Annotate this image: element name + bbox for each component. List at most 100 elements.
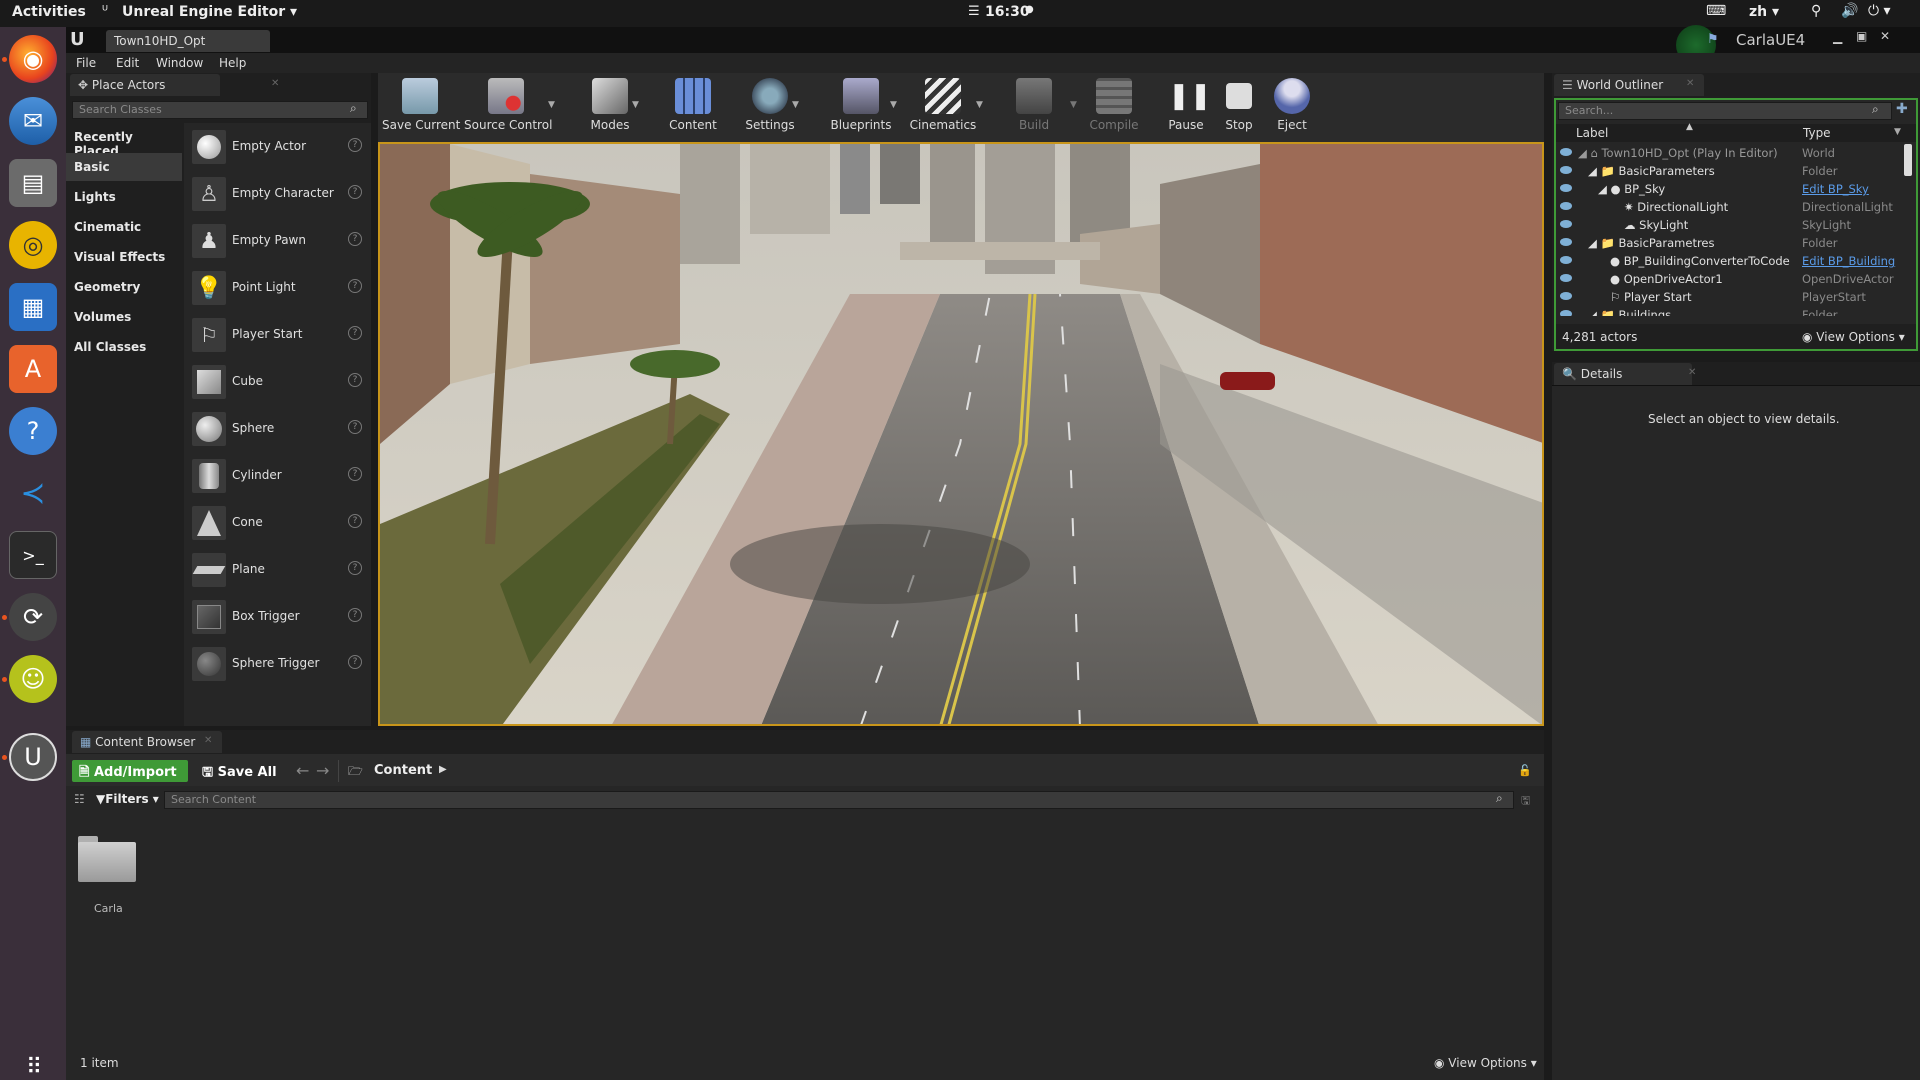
search-content-input[interactable]: Search Content	[164, 791, 1514, 809]
category-lights[interactable]: Lights	[66, 183, 182, 211]
outliner-row[interactable]: ⚐ Player Start PlayerStart	[1556, 288, 1914, 306]
category-all-classes[interactable]: All Classes	[66, 333, 182, 361]
world-outliner-tab[interactable]: ☰ World Outliner	[1554, 74, 1704, 96]
input-language-button[interactable]: zh ▾	[1749, 4, 1779, 20]
visibility-icon[interactable]	[1560, 256, 1572, 264]
stop-button[interactable]: Stop	[1214, 76, 1264, 140]
actor-cube[interactable]: Cube ?	[186, 361, 366, 405]
outliner-row[interactable]: ◢ 📁 Buildings Folder	[1556, 306, 1914, 316]
level-viewport[interactable]	[378, 142, 1544, 726]
outliner-row[interactable]: ● BP_BuildingConverterToCode Edit BP_Bui…	[1556, 252, 1914, 270]
help-icon[interactable]: ?	[348, 655, 362, 669]
chevron-down-icon[interactable]: ▼	[976, 100, 983, 110]
visibility-icon[interactable]	[1560, 310, 1572, 316]
content-button[interactable]: Content	[660, 76, 726, 140]
tab-close-icon[interactable]: ✕	[1686, 78, 1694, 89]
menu-help[interactable]: Help	[219, 56, 246, 70]
search-classes-input[interactable]: Search Classes	[72, 101, 368, 119]
rhythmbox-icon[interactable]: ◎	[9, 221, 57, 269]
unreal-icon[interactable]: U	[9, 733, 57, 781]
help-icon[interactable]: ?	[348, 608, 362, 622]
thunderbird-icon[interactable]: ✉	[9, 97, 57, 145]
outliner-row[interactable]: ◢ ● BP_Sky Edit BP_Sky	[1556, 180, 1914, 198]
actor-sphere[interactable]: Sphere ?	[186, 408, 366, 452]
source-control-button[interactable]: Source Control	[464, 76, 552, 140]
add-import-button[interactable]: 🗎 Add/Import ▾	[72, 760, 188, 800]
chevron-down-icon[interactable]: ▼	[890, 100, 897, 110]
actor-empty-actor[interactable]: Empty Actor ?	[186, 126, 366, 170]
details-tab[interactable]: 🔍 Details	[1554, 363, 1692, 385]
forward-arrow-icon[interactable]: →	[316, 761, 329, 780]
chevron-down-icon[interactable]: ▼	[792, 100, 799, 110]
visibility-icon[interactable]	[1560, 274, 1572, 282]
help-icon[interactable]: ?	[348, 326, 362, 340]
vscode-icon[interactable]: ≺	[9, 469, 57, 517]
back-arrow-icon[interactable]: ←	[296, 761, 309, 780]
close-button[interactable]: ✕	[1880, 29, 1890, 43]
minimize-button[interactable]: ▁	[1833, 30, 1842, 44]
outliner-row[interactable]: ◢ ⌂ Town10HD_Opt (Play In Editor) World	[1556, 144, 1914, 162]
terminal-icon[interactable]: >_	[9, 531, 57, 579]
actor-point-light[interactable]: 💡 Point Light ?	[186, 267, 366, 311]
visibility-icon[interactable]	[1560, 166, 1572, 174]
pause-button[interactable]: ❚❚ Pause	[1160, 76, 1212, 140]
cinematics-button[interactable]: Cinematics	[908, 76, 978, 140]
category-visual-effects[interactable]: Visual Effects	[66, 243, 182, 271]
category-volumes[interactable]: Volumes	[66, 303, 182, 331]
label-column-header[interactable]: Label	[1576, 126, 1608, 140]
actor-empty-pawn[interactable]: ♟ Empty Pawn ?	[186, 220, 366, 264]
category-basic[interactable]: Basic	[66, 153, 182, 181]
content-view-options[interactable]: ◉ View Options ▾	[1434, 1056, 1537, 1070]
eject-button[interactable]: Eject	[1266, 76, 1318, 140]
tab-close-icon[interactable]: ✕	[271, 78, 279, 89]
lock-icon[interactable]: 🔓	[1518, 764, 1532, 777]
help-icon[interactable]: ?	[348, 561, 362, 575]
feedback-icon[interactable]: ⚑	[1707, 32, 1719, 47]
carla-icon[interactable]: ☺	[9, 655, 57, 703]
help-icon[interactable]: ?	[348, 467, 362, 481]
actor-player-start[interactable]: ⚐ Player Start ?	[186, 314, 366, 358]
help-icon[interactable]: ?	[348, 185, 362, 199]
outliner-row[interactable]: ☁ SkyLight SkyLight	[1556, 216, 1914, 234]
software-icon[interactable]: A	[9, 345, 57, 393]
app-grid-icon[interactable]: ⠿	[9, 1043, 57, 1080]
add-folder-icon[interactable]: ✚	[1896, 101, 1908, 117]
clock[interactable]: 16:30	[985, 4, 1030, 20]
actor-empty-character[interactable]: ♙ Empty Character ?	[186, 173, 366, 217]
save-search-icon[interactable]: 🖫	[1521, 792, 1530, 811]
path-chevron-icon[interactable]: ▶	[439, 764, 447, 775]
visibility-icon[interactable]	[1560, 202, 1572, 210]
visibility-icon[interactable]	[1560, 220, 1572, 228]
folder-item-carla[interactable]	[78, 830, 138, 890]
network-icon[interactable]: ⚲	[1811, 3, 1821, 19]
menu-edit[interactable]: Edit	[116, 56, 139, 70]
help-icon[interactable]: ?	[348, 138, 362, 152]
tab-close-icon[interactable]: ✕	[1688, 367, 1696, 378]
outliner-row[interactable]: ◢ 📁 BasicParametres Folder	[1556, 234, 1914, 252]
chevron-down-icon[interactable]: ▼	[1894, 127, 1901, 137]
help-icon[interactable]: ?	[9, 407, 57, 455]
sources-toggle-icon[interactable]: ☷	[74, 792, 85, 806]
outliner-row[interactable]: ◢ 📁 BasicParameters Folder	[1556, 162, 1914, 180]
build-button[interactable]: Build	[1004, 76, 1064, 140]
actor-sphere-trigger[interactable]: Sphere Trigger ?	[186, 643, 366, 687]
writer-icon[interactable]: ▦	[9, 283, 57, 331]
edit-bp-building-link[interactable]: Edit BP_Building	[1802, 254, 1895, 268]
content-browser-tab[interactable]: ▦ Content Browser	[72, 731, 222, 753]
updater-icon[interactable]: ⟳	[9, 593, 57, 641]
keyboard-icon[interactable]: ⌨	[1706, 3, 1726, 19]
level-tab[interactable]: Town10HD_Opt	[106, 30, 270, 52]
visibility-icon[interactable]	[1560, 148, 1572, 156]
menu-file[interactable]: File	[76, 56, 96, 70]
actor-plane[interactable]: Plane ?	[186, 549, 366, 593]
outliner-view-options[interactable]: ◉ View Options ▾	[1802, 330, 1905, 344]
visibility-icon[interactable]	[1560, 238, 1572, 246]
category-cinematic[interactable]: Cinematic	[66, 213, 182, 241]
maximize-button[interactable]: ▣	[1856, 29, 1867, 43]
save-current-button[interactable]: Save Current	[382, 76, 460, 140]
outliner-row[interactable]: ✷ DirectionalLight DirectionalLight	[1556, 198, 1914, 216]
chevron-down-icon[interactable]: ▼	[548, 100, 555, 110]
type-column-header[interactable]: Type	[1803, 126, 1831, 140]
edit-bp-sky-link[interactable]: Edit BP_Sky	[1802, 182, 1869, 196]
visibility-icon[interactable]	[1560, 292, 1572, 300]
